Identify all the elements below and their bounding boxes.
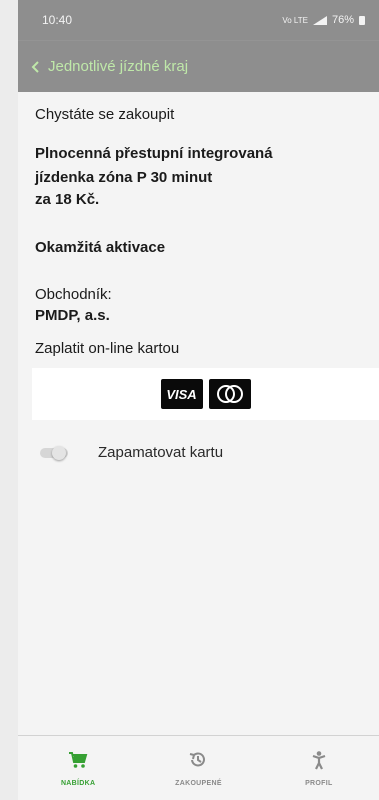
battery-percent: 76% [331,14,354,26]
status-bar: 10:40 Vo LTE 76% [18,0,379,40]
network-label: Vo LTE [282,15,308,25]
intro-text: Chystáte se zakoupit [35,106,175,123]
ticket-price: za 18 Kč. [35,191,100,208]
card-payment-option[interactable]: VISA [32,368,379,420]
status-icons: Vo LTE 76% [282,14,365,26]
phone-screen: 10:40 Vo LTE 76% Jednotlivé jízdné kraj … [18,0,379,800]
back-arrow-icon[interactable] [30,60,42,73]
merchant-name: PMDP, a.s. [35,307,110,324]
person-icon [312,751,326,770]
mastercard-icon [216,385,243,403]
app-bar-title[interactable]: Jednotlivé jízdné kraj [48,58,188,75]
app-bar[interactable]: Jednotlivé jízdné kraj [18,40,379,92]
nav-label-purchased: ZAKOUPENÉ [175,780,222,787]
history-icon [190,752,206,767]
battery-icon [359,15,365,25]
ticket-name-line1: Plnocenná přestupní integrovaná [35,145,273,162]
toggle-thumb [52,446,66,460]
nav-item-purchased[interactable]: ZAKOUPENÉ [143,736,253,787]
visa-logo[interactable]: VISA [160,379,203,409]
nav-label-offer: NABÍDKA [60,780,96,787]
purchase-summary: Chystáte se zakoupit Plnocenná přestupní… [18,92,379,736]
nav-item-profile[interactable]: PROFIL [264,736,374,787]
bottom-navigation: NABÍDKA ZAKOUPENÉ PROFIL [18,735,379,800]
activation-text: Okamžitá aktivace [35,239,166,256]
merchant-label: Obchodník: [35,286,112,303]
remember-card-label: Zapamatovat kartu [98,444,224,461]
remember-card-toggle[interactable] [40,446,70,460]
ticket-name-line2: jízdenka zóna P 30 minut [35,169,213,186]
pay-online-label: Zaplatit on-line kartou [35,340,180,357]
signal-icon [312,15,327,25]
nav-label-profile: PROFIL [305,780,333,787]
nav-item-offer[interactable]: NABÍDKA [23,736,133,787]
cart-icon [69,752,88,768]
mastercard-logo[interactable] [208,379,251,409]
status-time: 10:40 [42,13,73,27]
